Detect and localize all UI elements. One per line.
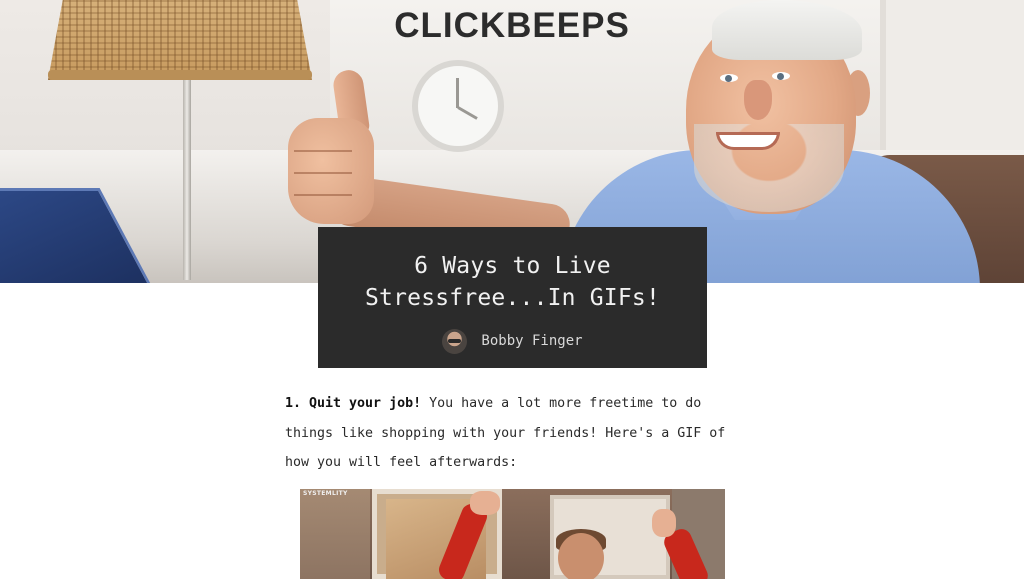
gif-wall-left [300, 489, 370, 579]
site-logo-link[interactable]: CLICKBEEPS [394, 6, 630, 45]
hero-fist-crease [294, 150, 352, 152]
post-title: 6 Ways to Live Stressfree...In GIFs! [365, 253, 660, 311]
hero-fist-crease [294, 172, 352, 174]
article-body: 1. Quit your job! You have a lot more fr… [285, 389, 743, 478]
hero-clock [412, 60, 504, 152]
gif-watermark: SYSTEMLITY [303, 490, 348, 497]
article-gif[interactable]: SYSTEMLITY [300, 489, 725, 579]
post-title-card: 6 Ways to Live Stressfree...In GIFs! Bob… [318, 227, 707, 368]
list-item-heading: 1. Quit your job! [285, 396, 422, 411]
post-byline: Bobby Finger [318, 328, 707, 354]
author-name[interactable]: Bobby Finger [481, 333, 582, 349]
hero-person-fist [288, 118, 374, 224]
gif-hand-left [470, 491, 500, 515]
hero-person-eye-right [772, 72, 790, 80]
author-avatar[interactable] [442, 328, 468, 354]
hero-lamp-rim [48, 70, 312, 80]
hero-person-nose [744, 80, 772, 120]
gif-hand-right [652, 509, 676, 537]
hero-fist-crease [294, 194, 352, 196]
hero-person-eye-left [720, 74, 738, 82]
hero-person-smile [716, 132, 780, 150]
hero-lamp-pole [183, 80, 191, 280]
site-logo: CLICKBEEPS [0, 4, 1024, 48]
article-paragraph: 1. Quit your job! You have a lot more fr… [285, 389, 743, 478]
gif-person-head [558, 533, 604, 579]
